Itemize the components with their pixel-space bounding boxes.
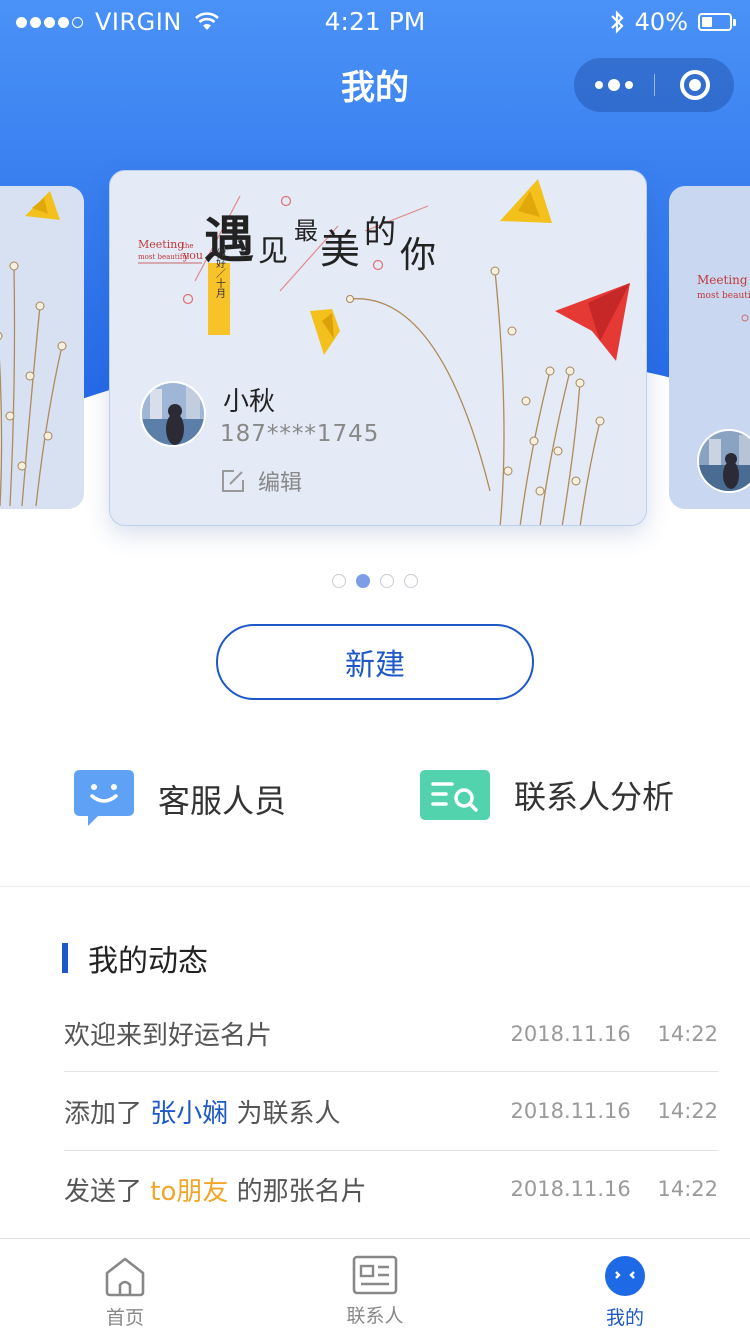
analysis-search-icon <box>420 770 490 820</box>
battery-icon <box>698 13 736 31</box>
pager-dot[interactable] <box>380 574 394 588</box>
activity-text: 发送了 to朋友 的那张名片 <box>64 1176 367 1207</box>
activity-header: 我的动态 <box>62 936 208 980</box>
service-label: 客服人员 <box>158 782 287 820</box>
card-link[interactable]: to朋友 <box>150 1177 228 1207</box>
activity-time: 2018.11.16 14:22 <box>510 1177 718 1201</box>
analysis-label: 联系人分析 <box>514 778 675 816</box>
svg-text:Meeting the: Meeting the <box>697 273 750 287</box>
contact-link[interactable]: 张小娴 <box>150 1099 228 1129</box>
card-previous[interactable] <box>0 186 84 509</box>
status-right: 40% <box>609 8 736 36</box>
tab-home[interactable]: 首页 <box>0 1239 250 1334</box>
edit-label: 编辑 <box>258 471 303 496</box>
tag-en-4: you <box>182 249 203 262</box>
svg-text:most beautiful you: most beautiful you <box>697 291 750 301</box>
edit-icon <box>222 470 244 492</box>
tab-bar: 首页 联系人 我的 <box>0 1238 750 1334</box>
tab-contacts[interactable]: 联系人 <box>250 1239 500 1334</box>
new-card-button[interactable]: 新建 <box>216 624 534 700</box>
battery-percent: 40% <box>634 8 688 36</box>
tab-contacts-label: 联系人 <box>346 1305 404 1327</box>
more-button[interactable] <box>574 58 654 112</box>
pager-dot[interactable] <box>332 574 346 588</box>
contact-analysis-link[interactable]: 联系人分析 <box>420 770 674 820</box>
section-accent-bar <box>62 943 68 973</box>
activity-time: 2018.11.16 14:22 <box>510 1021 718 1046</box>
flower-illustration-icon <box>0 191 67 507</box>
activity-text: 添加了 张小娴 为联系人 <box>64 1098 341 1129</box>
service-chat-icon <box>74 770 134 826</box>
ribbon-text: 你好／十月 <box>214 247 226 299</box>
tab-mine[interactable]: 我的 <box>500 1239 750 1334</box>
card-pager <box>0 574 750 588</box>
profile-page: VIRGIN 4:21 PM 40% 我的 Meeting most beaut… <box>0 0 750 1334</box>
headline-char-5: 的 <box>364 213 396 251</box>
activity-item[interactable]: 添加了 张小娴 为联系人 2018.11.16 14:22 <box>64 1072 718 1151</box>
battery-fill <box>702 17 712 27</box>
headline-char-6: 你 <box>400 235 436 276</box>
bluetooth-icon <box>610 10 624 34</box>
close-button[interactable] <box>655 58 734 112</box>
profile-face-icon <box>605 1256 645 1296</box>
headline-char-2: 见 <box>258 234 288 269</box>
card-illustration-icon: 遇 见 最 美 的 你 Meeting the most beautiful y… <box>138 179 630 525</box>
pager-dot-active[interactable] <box>356 574 370 588</box>
customer-service-link[interactable]: 客服人员 <box>74 770 286 828</box>
home-icon <box>105 1257 145 1297</box>
headline-char-3: 最 <box>294 217 318 245</box>
activity-time: 2018.11.16 14:22 <box>510 1099 718 1123</box>
card-name: 小秋 <box>223 387 276 417</box>
edit-button[interactable]: 编辑 <box>220 465 302 497</box>
tab-mine-label: 我的 <box>605 1307 644 1329</box>
section-divider <box>0 886 750 887</box>
activity-item[interactable]: 欢迎来到好运名片 2018.11.16 14:22 <box>64 996 718 1072</box>
activity-text: 欢迎来到好运名片 <box>64 1021 273 1051</box>
headline-char-4: 美 <box>320 227 360 273</box>
miniprogram-capsule <box>574 58 734 112</box>
headline-char-1: 遇 <box>204 210 254 269</box>
card-phone: 187****1745 <box>220 421 380 447</box>
contact-card-icon <box>352 1255 398 1295</box>
activity-title: 我的动态 <box>88 944 208 979</box>
activity-list: 欢迎来到好运名片 2018.11.16 14:22 添加了 张小娴 为联系人 2… <box>64 996 718 1227</box>
activity-item[interactable]: 发送了 to朋友 的那张名片 2018.11.16 14:22 <box>64 1151 718 1227</box>
card-next[interactable]: Meeting the most beautiful you <box>669 186 750 509</box>
avatar <box>140 381 206 447</box>
status-bar: VIRGIN 4:21 PM 40% <box>0 0 750 44</box>
pager-dot[interactable] <box>404 574 418 588</box>
tag-en-1: Meeting <box>138 238 184 251</box>
target-icon <box>679 70 710 100</box>
tab-home-label: 首页 <box>105 1307 144 1329</box>
business-card[interactable]: 遇 见 最 美 的 你 Meeting the most beautiful y… <box>109 170 647 526</box>
